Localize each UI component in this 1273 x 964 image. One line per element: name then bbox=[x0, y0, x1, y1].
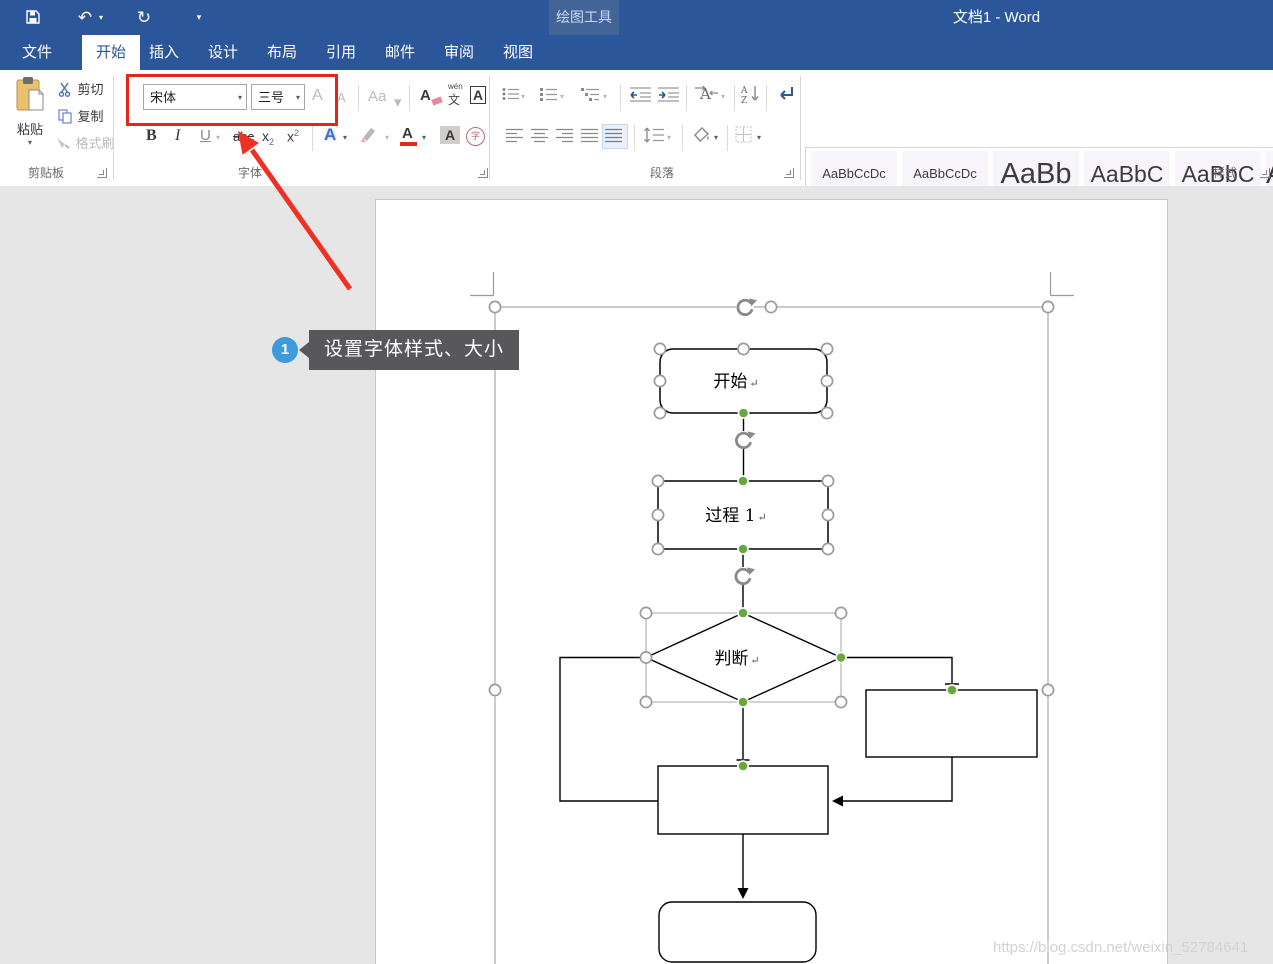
connection-point[interactable] bbox=[947, 685, 957, 695]
selection-handle[interactable] bbox=[489, 301, 500, 312]
selection-handle[interactable] bbox=[489, 684, 500, 695]
selection-handle[interactable] bbox=[652, 543, 663, 554]
flow-node-terminal[interactable] bbox=[659, 902, 816, 962]
step-badge: 1 bbox=[272, 337, 298, 363]
watermark-text: https://blog.csdn.net/weixin_52784641 bbox=[993, 939, 1273, 956]
selection-handle[interactable] bbox=[821, 407, 832, 418]
connector-right-to-center[interactable] bbox=[843, 757, 952, 801]
selection-handle[interactable] bbox=[822, 475, 833, 486]
connection-point[interactable] bbox=[738, 408, 748, 418]
selection-handle[interactable] bbox=[835, 696, 846, 707]
flow-node-right-blank[interactable] bbox=[866, 690, 1037, 757]
crop-mark-top-right bbox=[1051, 272, 1075, 296]
selection-handle[interactable] bbox=[738, 343, 749, 354]
selection-handle[interactable] bbox=[821, 375, 832, 386]
connection-point[interactable] bbox=[738, 697, 748, 707]
connection-point[interactable] bbox=[738, 544, 748, 554]
selection-handle[interactable] bbox=[835, 607, 846, 618]
connector-decision-down[interactable] bbox=[737, 702, 750, 760]
selection-handle[interactable] bbox=[822, 543, 833, 554]
paragraph-mark: ↵ bbox=[758, 511, 767, 524]
connector-decision-right[interactable] bbox=[841, 658, 959, 685]
rotate-handle-icon[interactable] bbox=[736, 298, 757, 316]
rotate-handle-icon[interactable] bbox=[734, 567, 755, 585]
paragraph-mark: ↵ bbox=[749, 377, 758, 390]
selection-handle[interactable] bbox=[654, 407, 665, 418]
annotation-tooltip: 设置字体样式、大小 bbox=[309, 330, 519, 370]
selection-handle[interactable] bbox=[652, 475, 663, 486]
connection-point[interactable] bbox=[738, 476, 748, 486]
selection-handle[interactable] bbox=[654, 375, 665, 386]
highlight-red-box bbox=[126, 74, 338, 126]
arrowhead-left bbox=[832, 796, 843, 807]
arrowhead-down bbox=[738, 888, 749, 899]
selection-handle[interactable] bbox=[821, 343, 832, 354]
selection-handle[interactable] bbox=[765, 301, 776, 312]
connection-point[interactable] bbox=[836, 652, 846, 662]
selection-handle[interactable] bbox=[640, 652, 651, 663]
selection-handle[interactable] bbox=[1042, 301, 1053, 312]
connector-decision-left-loop[interactable] bbox=[560, 658, 658, 802]
flowchart-overlay: 开始↵ 过程 1↵ 判断↵ bbox=[0, 0, 1273, 964]
selection-handle[interactable] bbox=[640, 607, 651, 618]
connection-point[interactable] bbox=[738, 761, 748, 771]
connection-point[interactable] bbox=[738, 608, 748, 618]
paragraph-mark: ↵ bbox=[750, 654, 759, 667]
selection-handle[interactable] bbox=[640, 696, 651, 707]
flow-node-center-blank[interactable] bbox=[658, 766, 828, 834]
word-window: ↶ ▾ ↻ ▾ 绘图工具 文档1 - Word 文件 开始 插入 设计 布局 引… bbox=[0, 0, 1273, 964]
crop-mark-top-left bbox=[470, 272, 494, 296]
selection-handle[interactable] bbox=[652, 509, 663, 520]
rotate-handle-icon[interactable] bbox=[735, 431, 756, 449]
selection-handle[interactable] bbox=[654, 343, 665, 354]
selection-handle[interactable] bbox=[822, 509, 833, 520]
selection-handle[interactable] bbox=[1042, 684, 1053, 695]
